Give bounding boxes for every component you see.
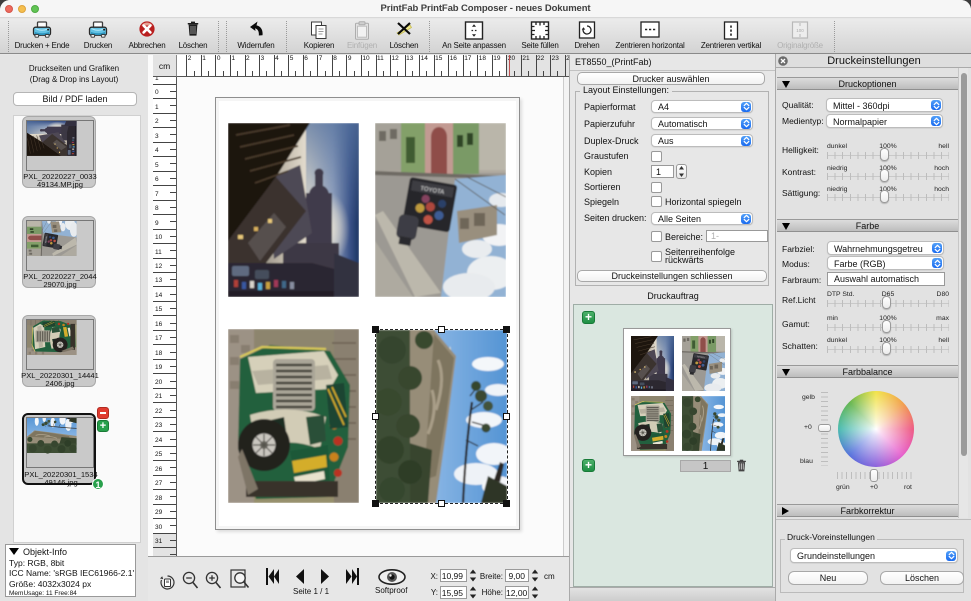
svg-text:100: 100 bbox=[796, 28, 804, 33]
